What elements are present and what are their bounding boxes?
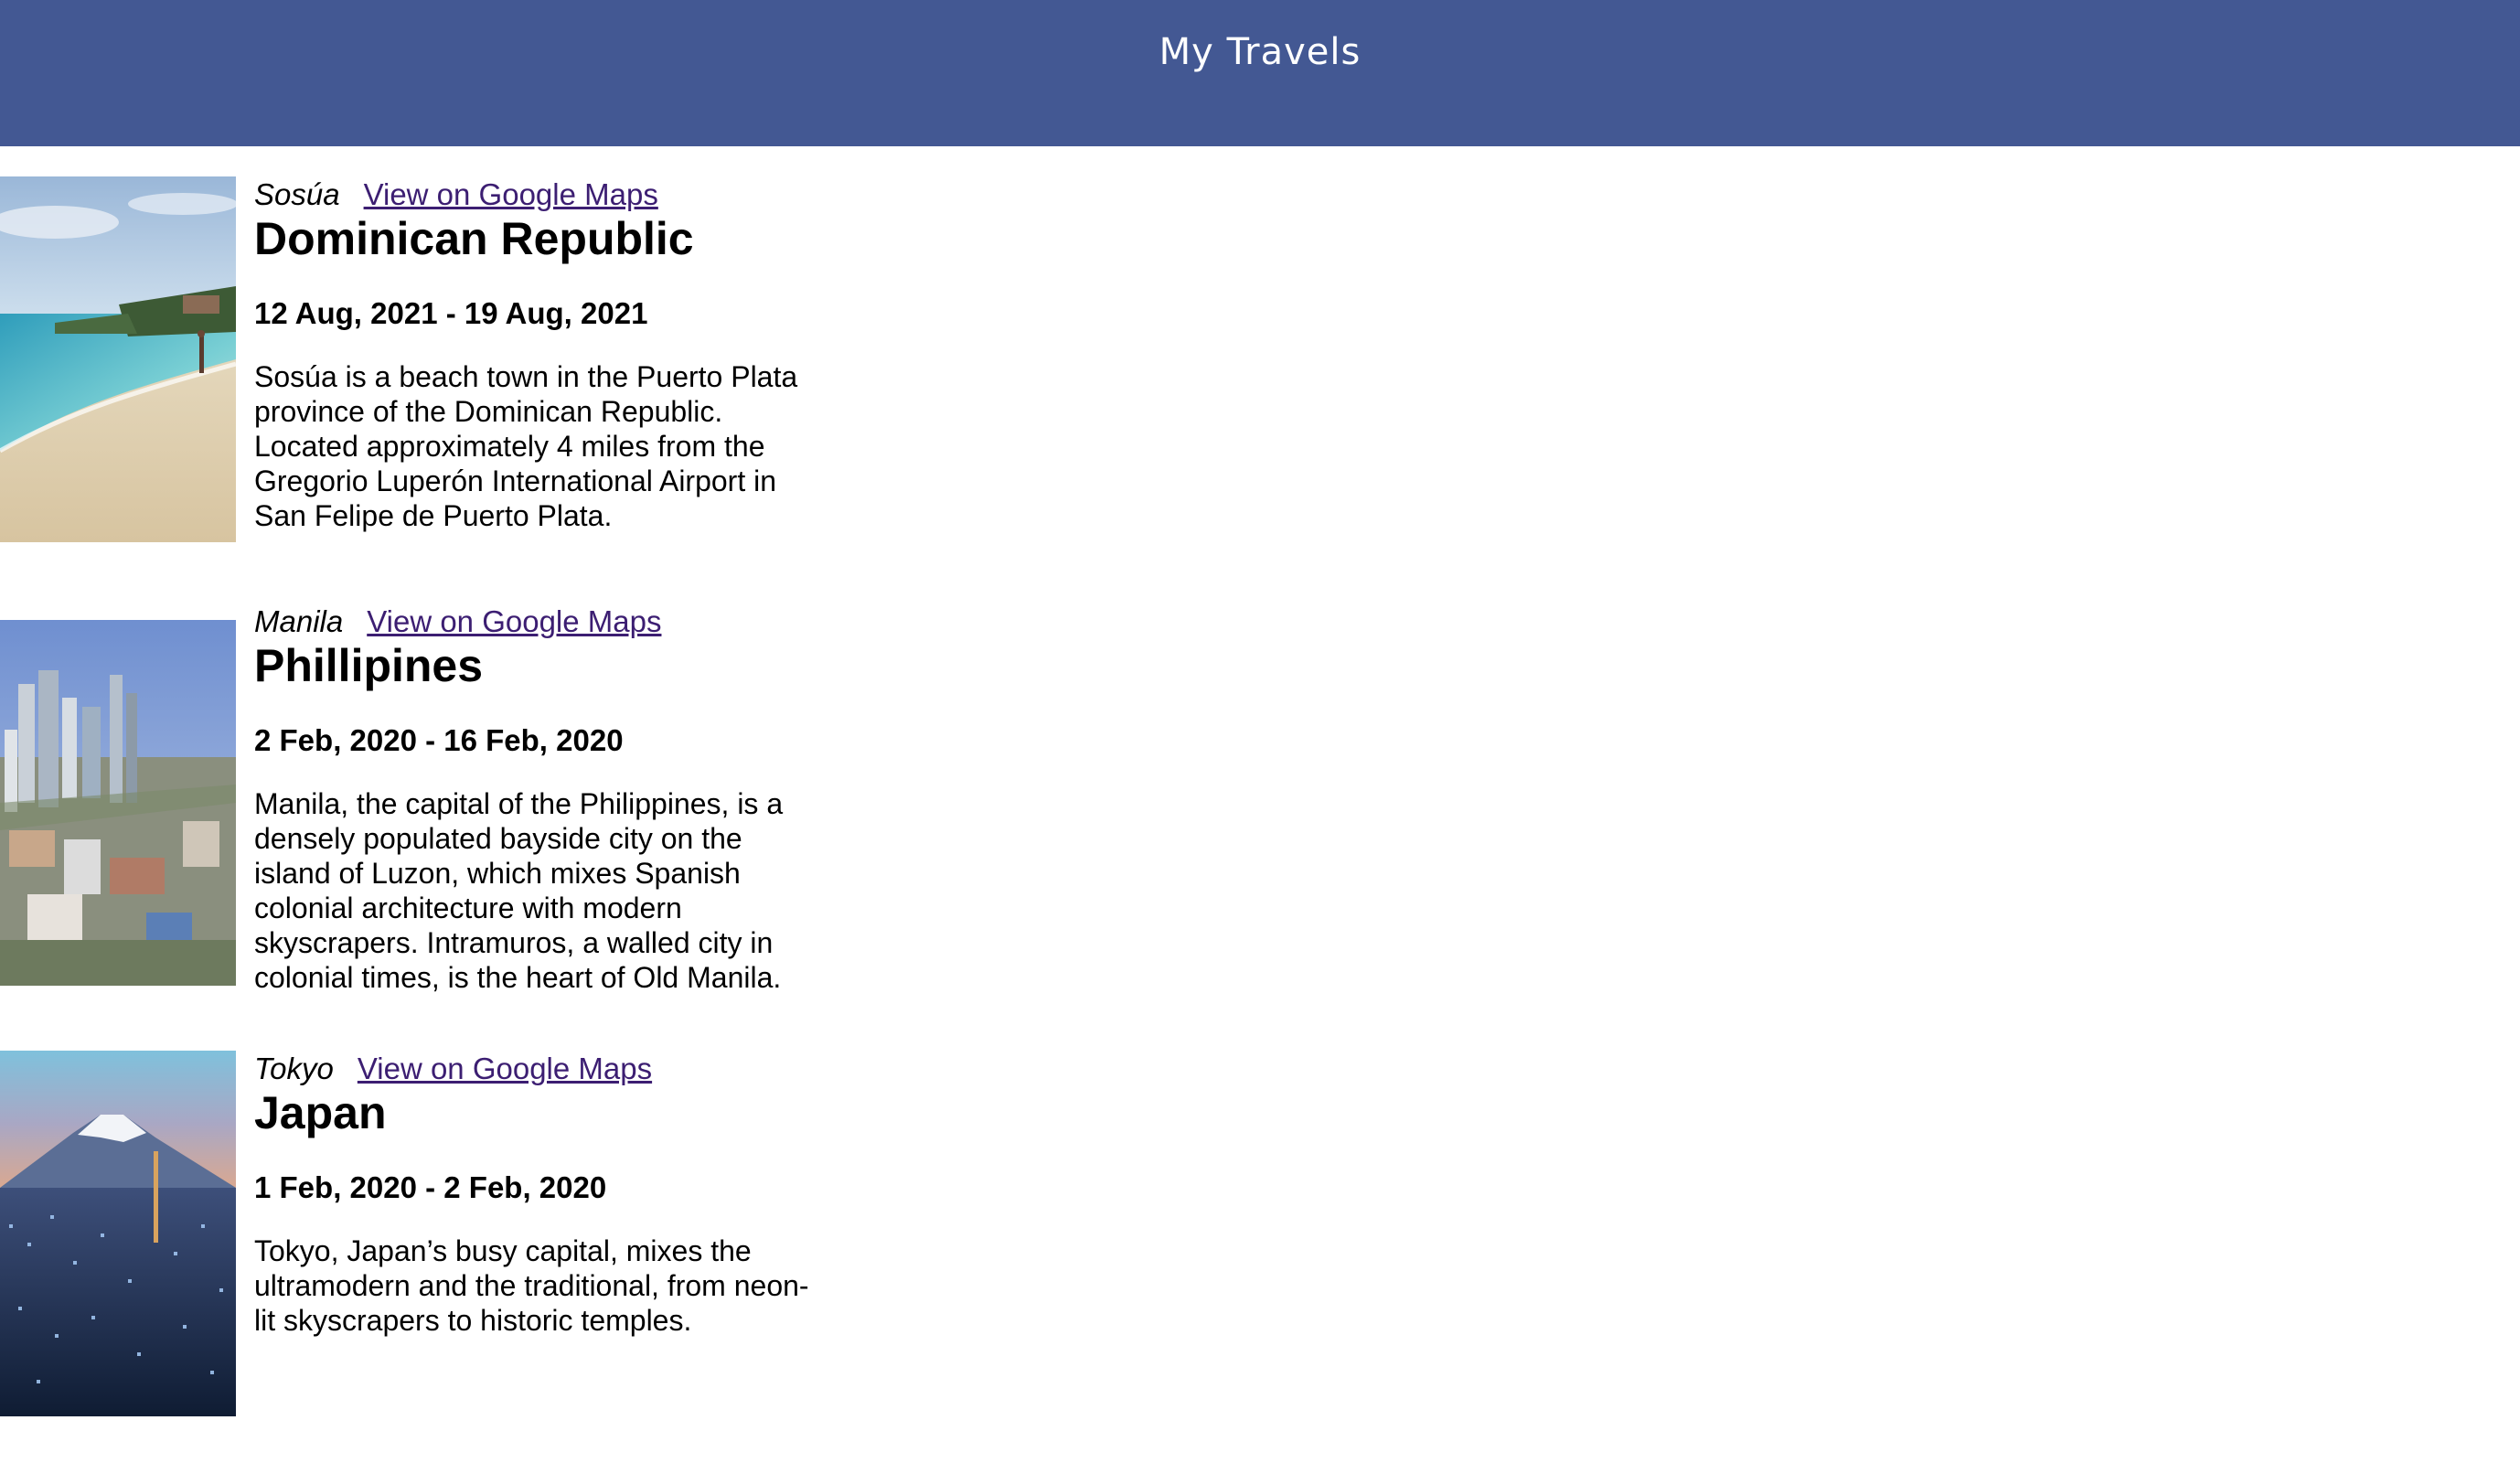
travel-dates: 1 Feb, 2020 - 2 Feb, 2020 (254, 1170, 607, 1204)
location-line: Tokyo View on Google Maps (254, 1051, 652, 1087)
country-name: Dominican Republic (254, 213, 694, 264)
travel-description: Manila, the capital of the Philippines, … (254, 787, 784, 994)
location-name: Manila (254, 604, 344, 638)
travel-photo-beach (0, 176, 236, 542)
page-header: My Travels (0, 0, 2520, 146)
travel-photo-city (0, 620, 236, 986)
travel-entry: Manila View on Google Maps Phillipines 2 … (0, 603, 914, 994)
google-maps-link[interactable]: View on Google Maps (367, 604, 661, 638)
location-line: Manila View on Google Maps (254, 603, 661, 640)
country-name: Japan (254, 1087, 387, 1138)
google-maps-link[interactable]: View on Google Maps (358, 1052, 652, 1085)
travel-entry: Sosúa View on Google Maps Dominican Repub… (0, 176, 914, 561)
travel-entry: Tokyo View on Google Maps Japan 1 Feb, 20… (0, 1051, 914, 1435)
travel-photo-mountain (0, 1051, 236, 1416)
location-line: Sosúa View on Google Maps (254, 176, 658, 213)
travel-description: Tokyo, Japan’s busy capital, mixes the u… (254, 1234, 809, 1337)
country-name: Phillipines (254, 640, 484, 691)
travel-dates: 2 Feb, 2020 - 16 Feb, 2020 (254, 723, 624, 757)
location-name: Tokyo (254, 1052, 334, 1085)
travel-description: Sosúa is a beach town in the Puerto Plat… (254, 360, 798, 532)
google-maps-link[interactable]: View on Google Maps (364, 177, 658, 211)
location-name: Sosúa (254, 177, 340, 211)
travel-dates: 12 Aug, 2021 - 19 Aug, 2021 (254, 296, 648, 330)
page-title: My Travels (1159, 31, 1361, 73)
